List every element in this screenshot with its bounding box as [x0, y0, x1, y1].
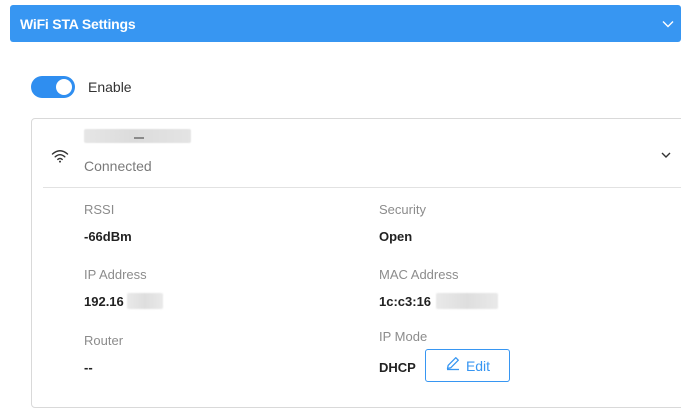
edit-button[interactable]: Edit	[425, 349, 510, 382]
ip-address-redacted	[127, 293, 163, 309]
wifi-sta-settings-header[interactable]: WiFi STA Settings	[10, 5, 681, 42]
rssi-value: -66dBm	[84, 229, 132, 244]
toggle-knob	[56, 79, 72, 95]
enable-toggle[interactable]	[31, 76, 75, 98]
ip-address-label: IP Address	[84, 267, 147, 282]
chevron-down-icon[interactable]	[661, 17, 675, 31]
enable-label: Enable	[88, 79, 132, 95]
ip-mode-value: DHCP	[379, 360, 416, 375]
network-card: Connected RSSI -66dBm Security Open IP A…	[31, 118, 681, 408]
mac-address-value: 1c:c3:16	[379, 294, 432, 309]
ssid-redacted	[84, 129, 191, 143]
card-divider	[43, 187, 681, 188]
router-label: Router	[84, 333, 124, 348]
security-label: Security	[379, 202, 426, 217]
edit-button-label: Edit	[465, 357, 491, 374]
wifi-icon	[51, 149, 69, 163]
rssi-label: RSSI	[84, 202, 115, 217]
mac-address-redacted	[436, 293, 498, 309]
connection-status: Connected	[84, 158, 152, 174]
enable-row: Enable	[31, 76, 132, 98]
network-row[interactable]: Connected	[32, 119, 681, 189]
ssid-underscore	[134, 137, 144, 139]
pencil-icon	[445, 355, 461, 376]
mac-address-label: MAC Address	[379, 267, 459, 282]
security-value: Open	[379, 229, 413, 244]
section-title: WiFi STA Settings	[20, 15, 136, 32]
ip-mode-label: IP Mode	[379, 329, 428, 344]
router-value: --	[84, 360, 93, 375]
expand-chevron-icon[interactable]	[660, 148, 672, 160]
ip-address-value: 192.16	[84, 294, 124, 309]
